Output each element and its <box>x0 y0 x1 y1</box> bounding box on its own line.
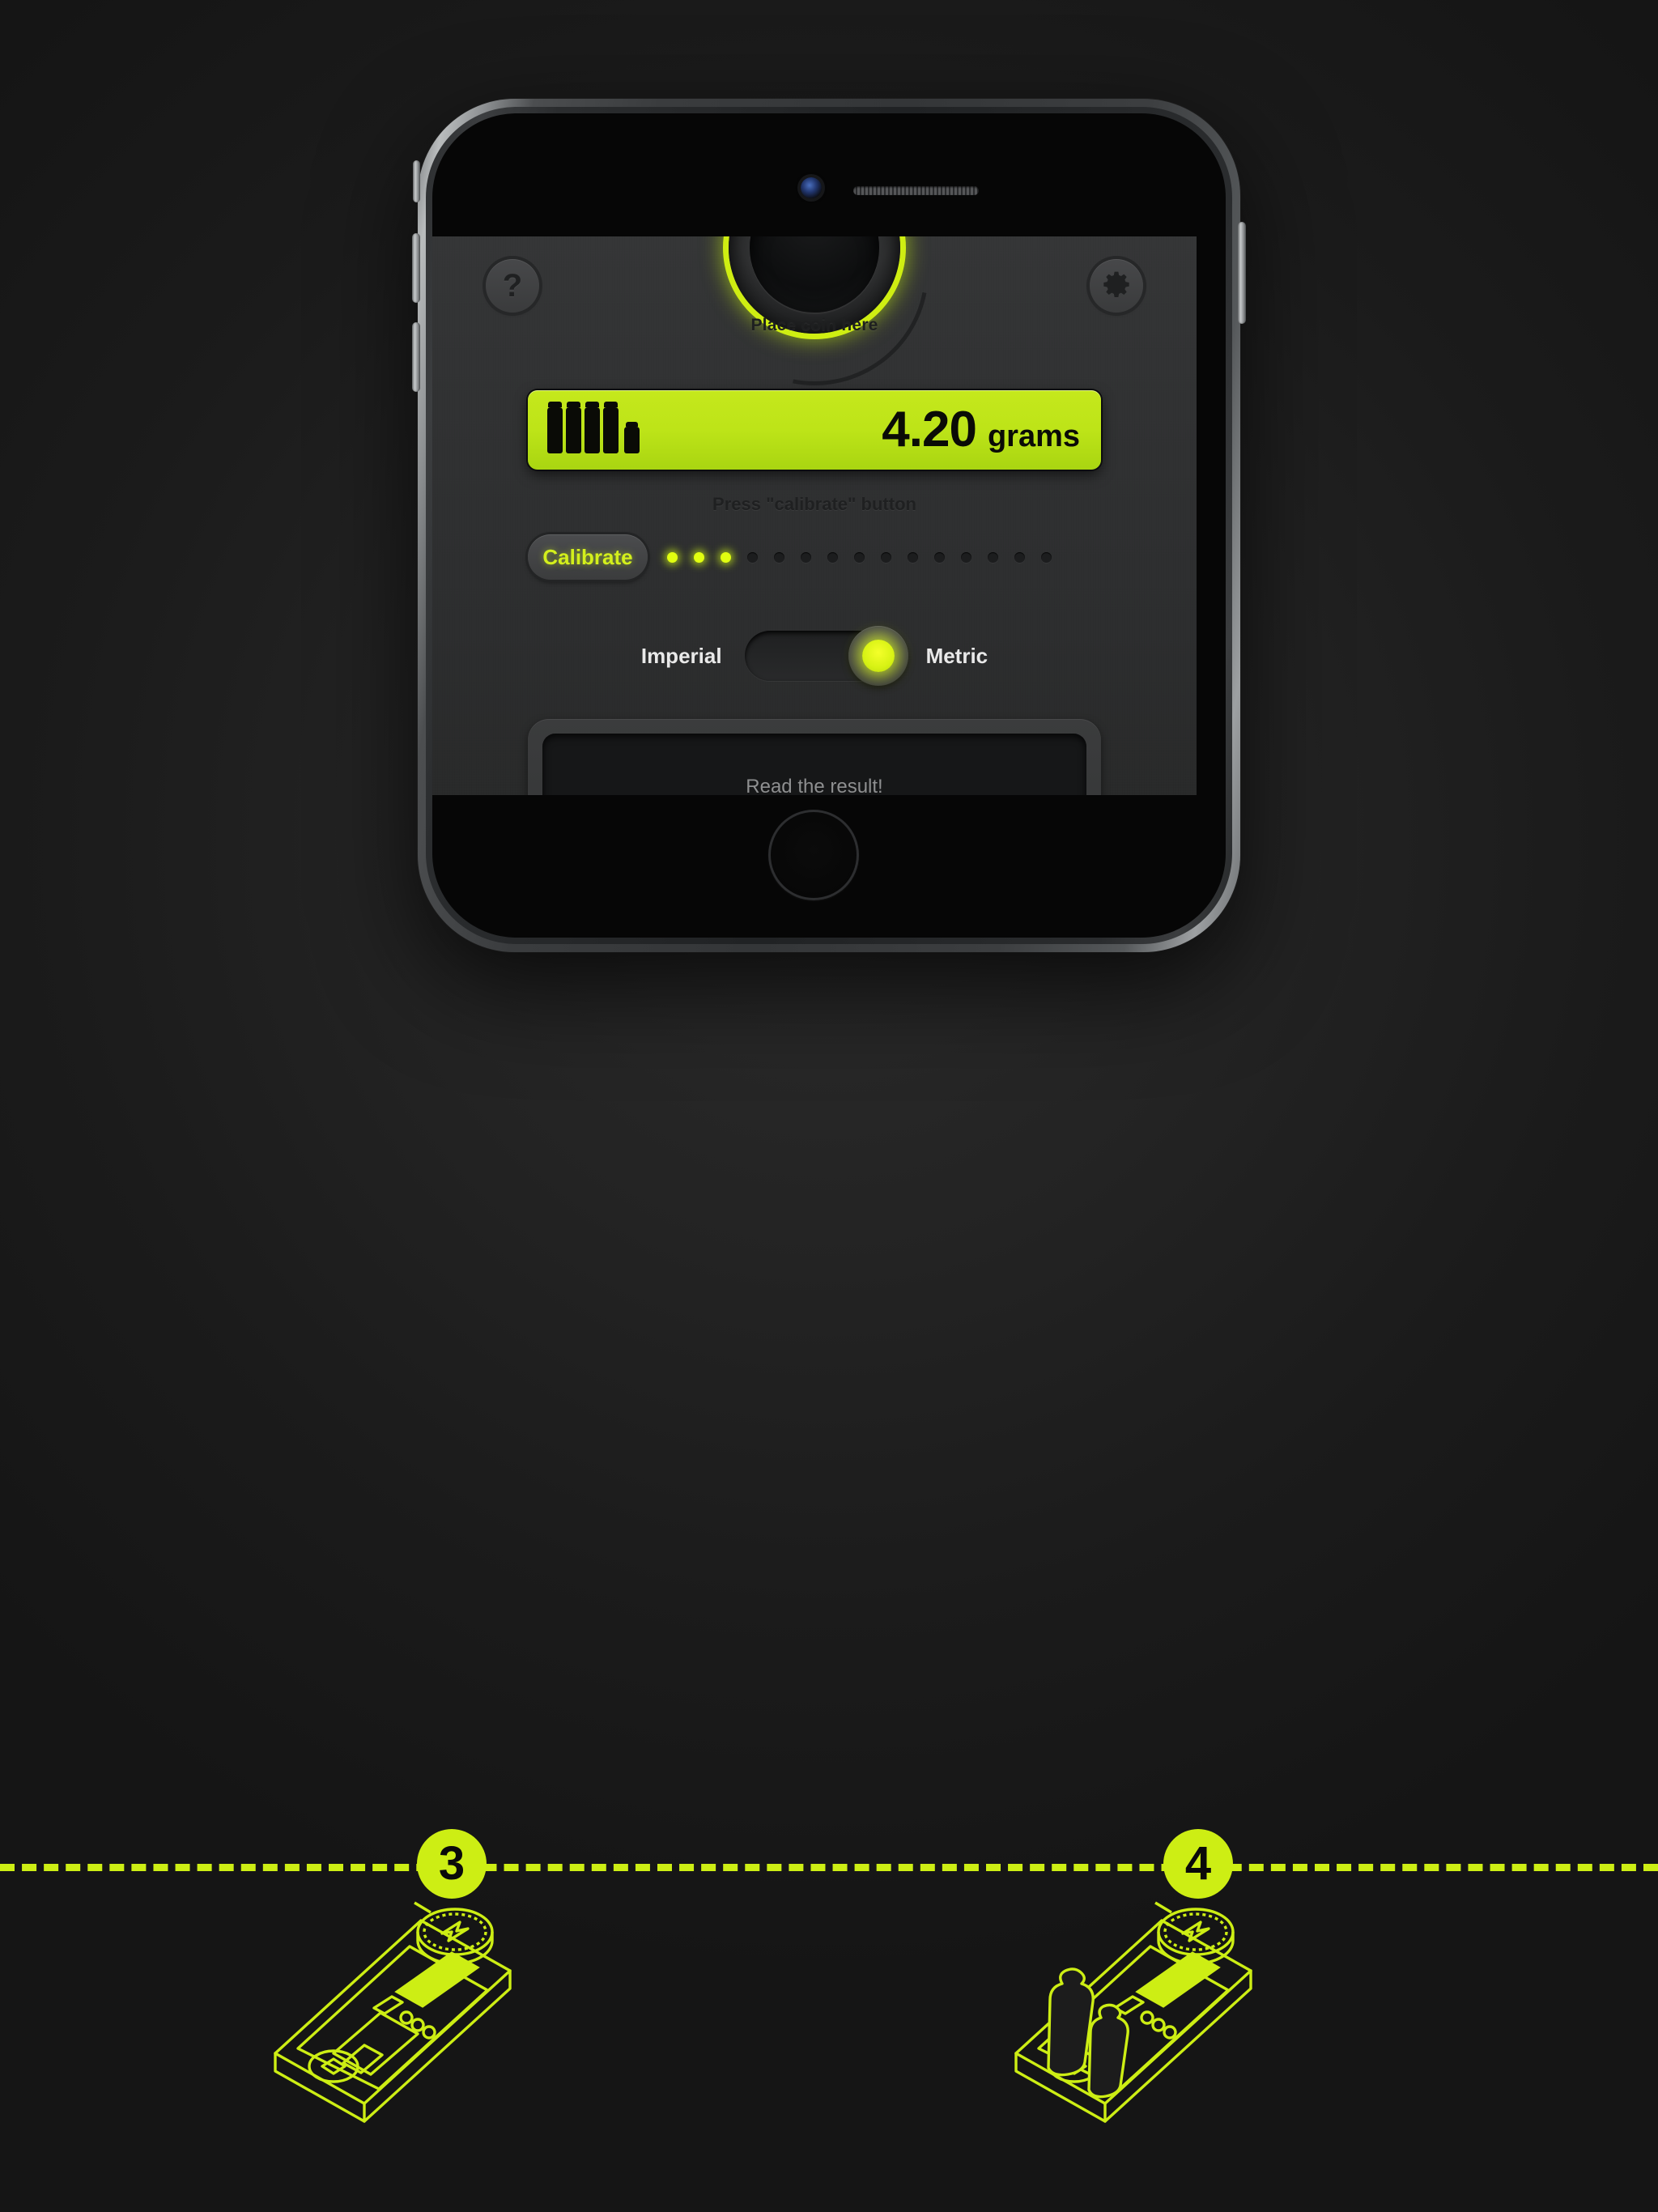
step-badge-4: 4 <box>1163 1829 1233 1899</box>
weight-display: 4.20 grams <box>528 390 1101 470</box>
result-card: Read the result! <box>528 719 1101 795</box>
front-camera-icon <box>801 177 822 198</box>
calibration-progress-dots <box>667 551 1052 563</box>
phone-with-weights-isometric-icon <box>1014 1901 1252 2123</box>
home-button[interactable] <box>768 810 859 900</box>
toggle-knob[interactable] <box>848 626 908 686</box>
calibrate-row: Calibrate <box>528 534 1101 580</box>
gear-icon <box>1103 271 1129 297</box>
app-screen: ? Place coin here 4.20 grams Press "cali… <box>432 236 1197 795</box>
units-toggle[interactable] <box>744 626 908 686</box>
coin-placement-zone[interactable]: Place coin here <box>656 236 973 430</box>
step-badge-3: 3 <box>417 1829 487 1899</box>
phone-mockup: ? Place coin here 4.20 grams Press "cali… <box>412 99 1246 952</box>
volume-down-button[interactable] <box>412 322 420 392</box>
coin-label: Place coin here <box>750 316 878 334</box>
help-button[interactable]: ? <box>486 259 539 313</box>
calibrate-button[interactable]: Calibrate <box>528 534 648 580</box>
phone-with-coin-isometric-icon <box>274 1901 512 2123</box>
imperial-label[interactable]: Imperial <box>641 644 722 669</box>
help-icon: ? <box>502 268 523 304</box>
calibrate-hint: Press "calibrate" button <box>712 494 916 514</box>
earpiece-speaker <box>853 186 979 195</box>
power-button[interactable] <box>1238 222 1246 324</box>
result-card-title: Read the result! <box>746 776 883 795</box>
weight-value: 4.20 <box>882 402 977 457</box>
weight-unit: grams <box>987 419 1080 453</box>
metric-label[interactable]: Metric <box>926 644 988 669</box>
silent-switch[interactable] <box>413 160 420 202</box>
settings-button[interactable] <box>1090 259 1143 313</box>
volume-up-button[interactable] <box>412 233 420 303</box>
weights-icon <box>547 401 640 453</box>
weight-value-group: 4.20 grams <box>882 405 1080 455</box>
step-connector-line <box>0 1864 1658 1871</box>
background-stage: ? Place coin here 4.20 grams Press "cali… <box>0 0 1658 2212</box>
units-toggle-row: Imperial Metric <box>432 626 1197 686</box>
result-card-inner: Read the result! <box>542 734 1086 795</box>
